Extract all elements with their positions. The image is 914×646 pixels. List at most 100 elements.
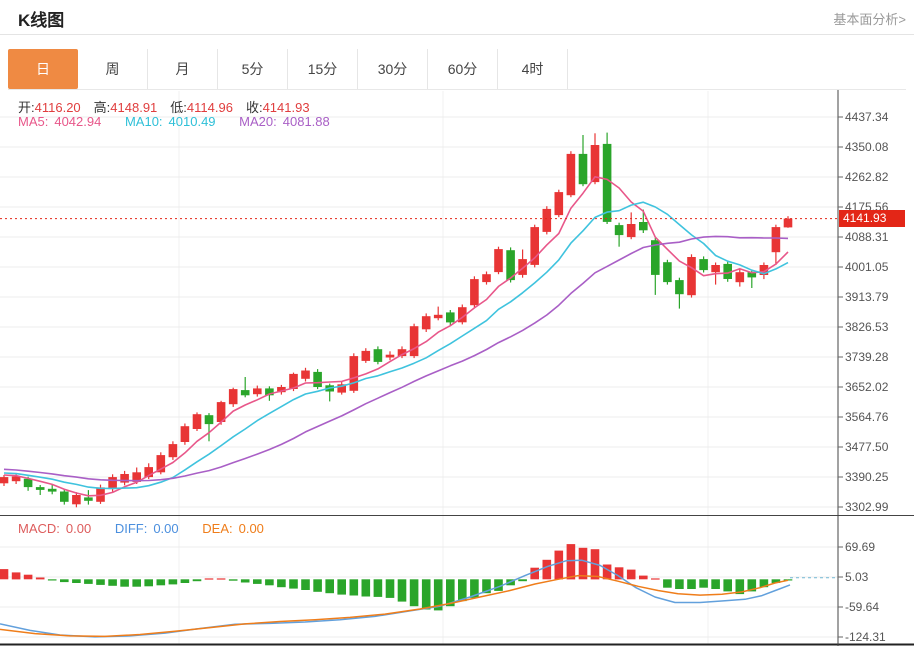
macd-bar bbox=[12, 572, 21, 579]
macd-bar bbox=[301, 579, 310, 590]
candle bbox=[711, 265, 720, 272]
macd-bar bbox=[639, 576, 648, 580]
candle bbox=[603, 144, 612, 222]
y-axis-labels: 4437.344350.084262.824175.564088.314001.… bbox=[838, 110, 889, 644]
candle bbox=[784, 219, 793, 228]
candle bbox=[313, 372, 322, 387]
ma10-line bbox=[4, 202, 788, 488]
candle bbox=[374, 349, 383, 362]
candle bbox=[350, 356, 359, 391]
candle bbox=[675, 280, 684, 294]
y-axis-label: 5.03 bbox=[845, 570, 869, 584]
macd-bar bbox=[253, 579, 262, 584]
macd-bar bbox=[555, 551, 564, 580]
candle bbox=[181, 426, 190, 442]
tab-15分[interactable]: 15分 bbox=[288, 49, 358, 89]
candle bbox=[229, 389, 238, 404]
candle bbox=[241, 390, 250, 395]
y-axis-label: -59.64 bbox=[845, 600, 879, 614]
y-axis-label: 4262.82 bbox=[845, 170, 889, 184]
candle bbox=[579, 154, 588, 184]
candle bbox=[639, 222, 648, 230]
candle bbox=[530, 227, 539, 265]
macd-bar bbox=[687, 579, 696, 589]
kline-chart: 4437.344350.084262.824175.564088.314001.… bbox=[0, 90, 914, 646]
candle bbox=[567, 154, 576, 195]
macd-bar bbox=[205, 578, 214, 579]
tab-周[interactable]: 周 bbox=[78, 49, 148, 89]
candle bbox=[627, 224, 636, 237]
candle bbox=[386, 355, 395, 358]
y-axis-label: 3477.50 bbox=[845, 440, 889, 454]
y-axis-label: 3826.53 bbox=[845, 320, 889, 334]
tab-月[interactable]: 月 bbox=[148, 49, 218, 89]
candle bbox=[494, 249, 503, 272]
candle bbox=[772, 227, 781, 252]
macd-bar bbox=[651, 578, 660, 579]
y-axis-label: 69.69 bbox=[845, 540, 875, 554]
macd-bar bbox=[362, 579, 371, 596]
macd-bar bbox=[0, 569, 8, 579]
grid-layer bbox=[0, 91, 838, 644]
candle bbox=[422, 316, 431, 329]
period-tabbar: 日周月5分15分30分60分4时 bbox=[8, 49, 906, 90]
macd-bar bbox=[325, 579, 334, 593]
macd-bar bbox=[193, 579, 202, 581]
y-axis-label: 3913.79 bbox=[845, 290, 889, 304]
macd-bar bbox=[579, 548, 588, 580]
candle bbox=[0, 477, 8, 483]
candle bbox=[205, 415, 214, 424]
y-axis-label: 4088.31 bbox=[845, 230, 889, 244]
candle bbox=[108, 477, 117, 489]
candle bbox=[736, 272, 745, 282]
macd-bar bbox=[265, 579, 274, 585]
macd-bar bbox=[96, 579, 105, 585]
macd-bar bbox=[711, 579, 720, 589]
macd-bar bbox=[217, 578, 226, 579]
candle bbox=[470, 279, 479, 305]
candle bbox=[615, 225, 624, 235]
fundamental-analysis-link[interactable]: 基本面分析> bbox=[833, 9, 906, 28]
macd-bar bbox=[723, 579, 732, 591]
tab-60分[interactable]: 60分 bbox=[428, 49, 498, 89]
macd-bar bbox=[663, 579, 672, 587]
macd-bar bbox=[398, 579, 407, 601]
macd-bar bbox=[422, 579, 431, 609]
macd-bar bbox=[386, 579, 395, 598]
tab-30分[interactable]: 30分 bbox=[358, 49, 428, 89]
candle bbox=[555, 192, 564, 215]
y-axis-label: 4001.05 bbox=[845, 260, 889, 274]
candle bbox=[362, 351, 371, 361]
macd-bar bbox=[518, 579, 527, 581]
macd-bar bbox=[108, 579, 117, 586]
macd-bar bbox=[120, 579, 129, 586]
candles-layer bbox=[0, 133, 792, 508]
page-title: K线图 bbox=[18, 6, 64, 31]
candle bbox=[410, 326, 419, 356]
macd-bar bbox=[350, 579, 359, 595]
ma5-line bbox=[4, 177, 788, 496]
candle bbox=[699, 259, 708, 270]
macd-bar bbox=[241, 579, 250, 582]
candle bbox=[301, 371, 310, 379]
y-axis-label: 3739.28 bbox=[845, 350, 889, 364]
y-axis-label: -124.31 bbox=[845, 630, 886, 644]
y-axis-label: 3564.76 bbox=[845, 410, 889, 424]
candle bbox=[60, 492, 69, 502]
tab-4时[interactable]: 4时 bbox=[498, 49, 568, 89]
kline-chart-canvas[interactable]: 4437.344350.084262.824175.564088.314001.… bbox=[0, 90, 914, 646]
candle bbox=[24, 479, 33, 487]
macd-bar bbox=[132, 579, 141, 586]
candle bbox=[687, 257, 696, 295]
candle bbox=[434, 315, 443, 318]
candle bbox=[169, 444, 178, 457]
tab-日[interactable]: 日 bbox=[8, 49, 78, 89]
macd-bar bbox=[543, 560, 552, 580]
current-price-tag: 4141.93 bbox=[839, 210, 905, 227]
macd-bar bbox=[627, 570, 636, 580]
tab-5分[interactable]: 5分 bbox=[218, 49, 288, 89]
macd-bar bbox=[313, 579, 322, 592]
diff-line bbox=[0, 560, 790, 637]
candle bbox=[482, 274, 491, 282]
macd-bar bbox=[84, 579, 93, 584]
